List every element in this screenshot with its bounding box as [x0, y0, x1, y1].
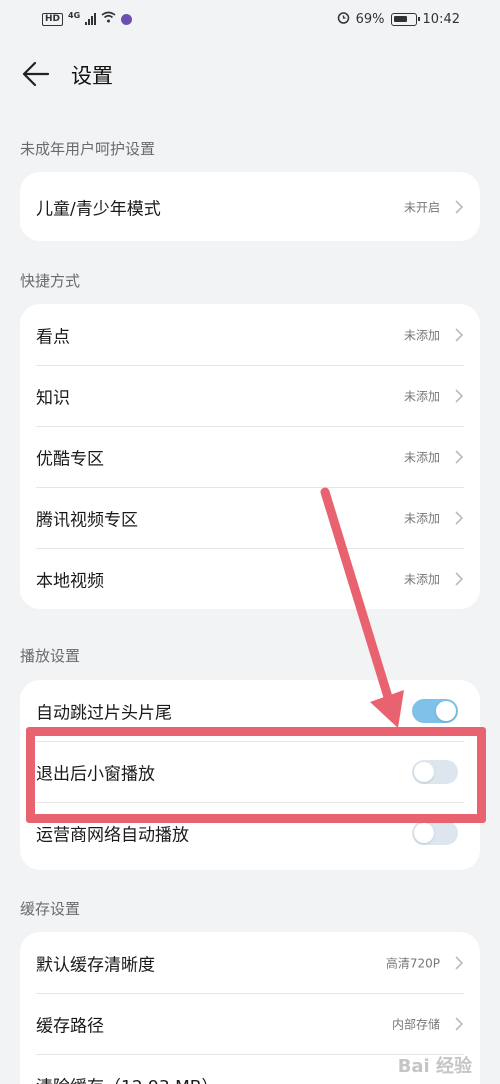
row-label: 默认缓存清晰度	[36, 955, 155, 975]
row-value: 高清720P	[385, 956, 440, 970]
status-bar: HD 4G 69% 10:42	[0, 0, 500, 40]
battery-percent: 69%	[355, 12, 385, 27]
card-shortcuts: 看点 未添加 知识 未添加 优酷专区 未添加 腾讯视频专区 未添加 本地视频 未…	[20, 304, 480, 609]
chevron-right-icon	[455, 199, 464, 214]
row-cache-path[interactable]: 缓存路径 内部存储	[20, 993, 480, 1054]
chevron-right-icon	[455, 510, 464, 525]
row-value: 未开启	[403, 200, 440, 214]
section-title-cache: 缓存设置	[20, 900, 81, 918]
app-notification-icon	[121, 13, 133, 25]
row-local-video[interactable]: 本地视频 未添加	[20, 548, 480, 609]
back-arrow-icon[interactable]	[20, 58, 52, 90]
chevron-right-icon	[455, 327, 464, 342]
wifi-icon	[101, 11, 116, 27]
toggle-skip-intro[interactable]	[412, 698, 458, 723]
status-bar-right: 69% 10:42	[337, 11, 460, 28]
row-tencent[interactable]: 腾讯视频专区 未添加	[20, 487, 480, 548]
chevron-right-icon	[455, 955, 464, 970]
row-cache-quality[interactable]: 默认缓存清晰度 高清720P	[20, 932, 480, 993]
chevron-right-icon	[455, 388, 464, 403]
chevron-right-icon	[455, 449, 464, 464]
chevron-right-icon	[455, 1016, 464, 1031]
row-value: 内部存储	[391, 1017, 440, 1031]
hd-badge: HD	[42, 12, 64, 26]
row-kandian[interactable]: 看点 未添加	[20, 304, 480, 365]
clock: 10:42	[422, 12, 460, 27]
toggle-cellular-autoplay[interactable]	[412, 820, 458, 845]
toggle-knob	[414, 822, 434, 843]
watermark: Bai 经验	[397, 1056, 472, 1077]
alarm-icon	[337, 11, 350, 28]
status-bar-left: HD 4G	[42, 10, 133, 27]
row-child-mode[interactable]: 儿童/青少年模式 未开启	[20, 172, 480, 241]
row-label: 看点	[36, 327, 70, 347]
chevron-right-icon	[455, 571, 464, 586]
row-zhishi[interactable]: 知识 未添加	[20, 365, 480, 426]
row-label: 自动跳过片头片尾	[36, 703, 172, 723]
section-title-shortcuts: 快捷方式	[20, 272, 81, 290]
row-value: 未添加	[403, 511, 440, 525]
row-label: 知识	[36, 388, 70, 408]
section-title-minor: 未成年用户呵护设置	[20, 140, 156, 158]
title-bar: 设置	[0, 50, 500, 100]
row-youku[interactable]: 优酷专区 未添加	[20, 426, 480, 487]
row-value: 未添加	[403, 572, 440, 586]
annotation-highlight-box	[26, 727, 486, 823]
page-title: 设置	[71, 64, 113, 88]
card-minor: 儿童/青少年模式 未开启	[20, 172, 480, 241]
row-label: 运营商网络自动播放	[36, 825, 189, 845]
row-label: 清除缓存（12.93 MB）	[36, 1072, 218, 1084]
row-label: 本地视频	[36, 571, 104, 591]
row-value: 未添加	[403, 328, 440, 342]
network-type: 4G	[68, 10, 81, 20]
row-value: 未添加	[403, 450, 440, 464]
section-title-playback: 播放设置	[20, 647, 81, 665]
battery-icon	[390, 13, 420, 26]
toggle-knob	[436, 700, 456, 721]
row-label: 腾讯视频专区	[36, 510, 138, 530]
row-label: 儿童/青少年模式	[36, 199, 161, 219]
row-label: 优酷专区	[36, 449, 104, 469]
row-value: 未添加	[403, 389, 440, 403]
row-label: 缓存路径	[36, 1016, 104, 1036]
signal-icon	[85, 13, 97, 25]
